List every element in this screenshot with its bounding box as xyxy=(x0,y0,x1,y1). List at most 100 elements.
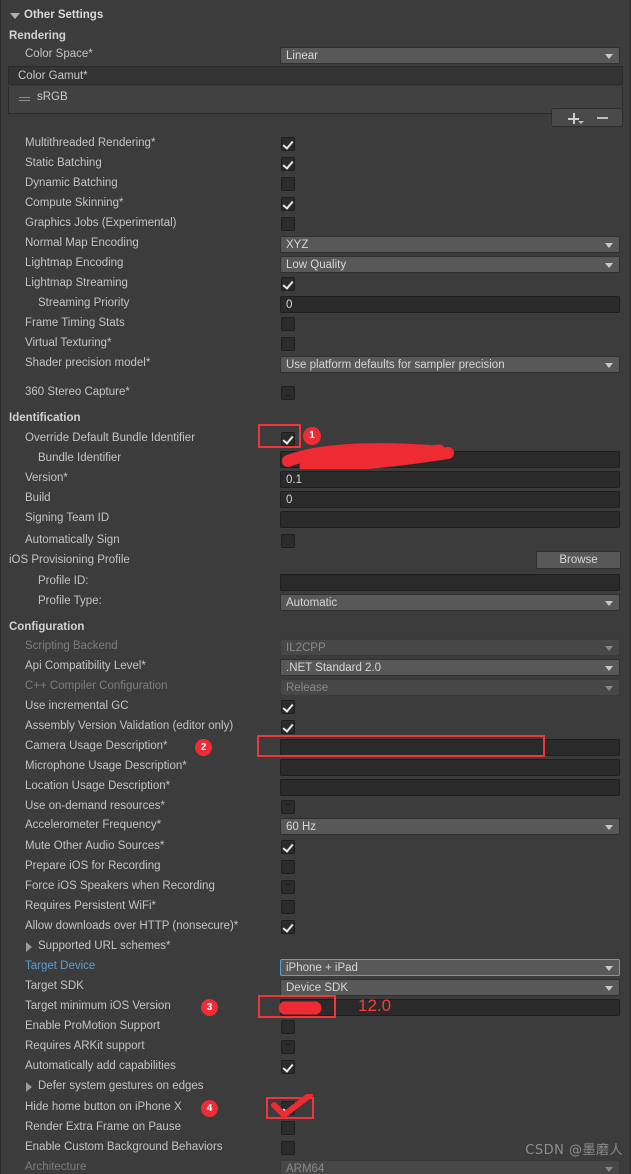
chevron-down-icon xyxy=(605,966,613,971)
chevron-down-icon xyxy=(605,646,613,651)
row-automatically-add-capabilities: Automatically add capabilities xyxy=(0,1057,631,1077)
row-color-space: Color Space* Linear xyxy=(0,45,631,65)
other-settings-foldout[interactable]: Other Settings xyxy=(0,6,631,26)
row-mute-other-audio-sources: Mute Other Audio Sources* xyxy=(0,837,631,857)
ios-provisioning-profile-label: iOS Provisioning Profile xyxy=(9,554,130,566)
row-lightmap-streaming: Lightmap Streaming xyxy=(0,274,631,294)
chevron-right-icon[interactable] xyxy=(26,942,32,952)
assembly-version-validation-checkbox[interactable] xyxy=(281,720,295,734)
target-device-dropdown[interactable]: iPhone + iPad xyxy=(280,959,620,976)
graphics-jobs-checkbox[interactable] xyxy=(281,217,295,231)
chevron-down-icon xyxy=(605,666,613,671)
automatically-add-capabilities-checkbox[interactable] xyxy=(281,1060,295,1074)
profile-id-input[interactable] xyxy=(280,574,620,591)
browse-button[interactable]: Browse xyxy=(536,551,621,569)
shader-precision-model-dropdown[interactable]: Use platform defaults for sampler precis… xyxy=(280,356,620,373)
virtual-texturing-label: Virtual Texturing* xyxy=(25,337,112,349)
drag-handle-icon[interactable] xyxy=(19,97,30,98)
color-space-dropdown[interactable]: Linear xyxy=(280,47,620,64)
api-compatibility-level-dropdown[interactable]: .NET Standard 2.0 xyxy=(280,659,620,676)
static-batching-label: Static Batching xyxy=(25,157,102,169)
panel-title: Other Settings xyxy=(24,9,104,21)
frame-timing-stats-checkbox[interactable] xyxy=(281,317,295,331)
chevron-down-icon[interactable] xyxy=(10,13,20,19)
row-ios-provisioning-profile: iOS Provisioning Profile Browse xyxy=(0,551,631,571)
requires-arkit-support-checkbox[interactable] xyxy=(281,1040,295,1054)
compute-skinning-label: Compute Skinning* xyxy=(25,197,124,209)
microphone-usage-description-input[interactable] xyxy=(280,759,620,776)
mute-other-audio-sources-checkbox[interactable] xyxy=(281,840,295,854)
row-virtual-texturing: Virtual Texturing* xyxy=(0,334,631,354)
use-on-demand-resources-checkbox[interactable] xyxy=(281,800,295,814)
color-gamut-list-buttons xyxy=(551,108,623,127)
signing-team-id-label: Signing Team ID xyxy=(25,512,110,524)
build-input[interactable]: 0 xyxy=(280,491,620,508)
scripting-backend-label: Scripting Backend xyxy=(25,640,118,652)
prepare-ios-for-recording-checkbox[interactable] xyxy=(281,860,295,874)
row-allow-downloads-over-http: Allow downloads over HTTP (nonsecure)* xyxy=(0,917,631,937)
chevron-down-icon xyxy=(605,54,613,59)
lightmap-streaming-checkbox[interactable] xyxy=(281,277,295,291)
row-prepare-ios-for-recording: Prepare iOS for Recording xyxy=(0,857,631,877)
row-signing-team-id: Signing Team ID xyxy=(0,509,631,529)
virtual-texturing-checkbox[interactable] xyxy=(281,337,295,351)
accelerometer-frequency-dropdown[interactable]: 60 Hz xyxy=(280,818,620,835)
signing-team-id-input[interactable] xyxy=(280,511,620,528)
version-label: Version* xyxy=(25,472,68,484)
add-dropdown-caret-icon[interactable] xyxy=(578,121,584,124)
architecture-label: Architecture xyxy=(25,1161,87,1173)
version-input[interactable]: 0.1 xyxy=(280,471,620,488)
render-extra-frame-on-pause-label: Render Extra Frame on Pause xyxy=(25,1121,181,1133)
lightmap-encoding-dropdown[interactable]: Low Quality xyxy=(280,256,620,273)
architecture-value: ARM64 xyxy=(286,1163,325,1174)
color-gamut-item-label: sRGB xyxy=(37,91,68,103)
enable-custom-background-behaviors-checkbox[interactable] xyxy=(281,1141,295,1155)
dynamic-batching-checkbox[interactable] xyxy=(281,177,295,191)
annotation-checkmark-4 xyxy=(271,1094,313,1118)
target-sdk-dropdown[interactable]: Device SDK xyxy=(280,979,620,996)
force-ios-speakers-when-recording-checkbox[interactable] xyxy=(281,880,295,894)
cpp-compiler-configuration-value: Release xyxy=(286,682,329,694)
annotation-badge-2: 2 xyxy=(195,739,212,756)
row-supported-url-schemes[interactable]: Supported URL schemes* xyxy=(0,937,631,957)
allow-downloads-over-http-checkbox[interactable] xyxy=(281,920,295,934)
use-incremental-gc-checkbox[interactable] xyxy=(281,700,295,714)
normal-map-encoding-value: XYZ xyxy=(286,239,309,251)
override-default-bundle-identifier-label: Override Default Bundle Identifier xyxy=(25,432,196,444)
profile-type-dropdown[interactable]: Automatic xyxy=(280,594,620,611)
row-build: Build 0 xyxy=(0,489,631,509)
row-assembly-version-validation: Assembly Version Validation (editor only… xyxy=(0,717,631,737)
streaming-priority-label: Streaming Priority xyxy=(38,297,130,309)
row-use-on-demand-resources: Use on-demand resources* xyxy=(0,797,631,817)
enable-promotion-support-checkbox[interactable] xyxy=(281,1020,295,1034)
compute-skinning-checkbox[interactable] xyxy=(281,197,295,211)
color-gamut-list-item-0[interactable]: sRGB xyxy=(8,87,623,109)
automatically-sign-checkbox[interactable] xyxy=(281,534,295,548)
static-batching-checkbox[interactable] xyxy=(281,157,295,171)
stereo-capture-360-checkbox[interactable] xyxy=(281,386,295,400)
target-minimum-ios-version-label: Target minimum iOS Version xyxy=(25,1000,171,1012)
unity-player-settings-panel: Other Settings Rendering Color Space* Li… xyxy=(0,0,631,1174)
location-usage-description-input[interactable] xyxy=(280,779,620,796)
normal-map-encoding-dropdown[interactable]: XYZ xyxy=(280,236,620,253)
version-value: 0.1 xyxy=(286,474,302,486)
api-compatibility-level-label: Api Compatibility Level* xyxy=(25,660,146,672)
dynamic-batching-label: Dynamic Batching xyxy=(25,177,118,189)
automatically-sign-label: Automatically Sign xyxy=(25,534,120,546)
automatically-add-capabilities-label: Automatically add capabilities xyxy=(25,1060,176,1072)
target-sdk-value: Device SDK xyxy=(286,982,348,994)
chevron-down-icon xyxy=(605,1167,613,1172)
chevron-right-icon[interactable] xyxy=(26,1082,32,1092)
streaming-priority-input[interactable]: 0 xyxy=(280,296,620,313)
row-profile-type: Profile Type: Automatic xyxy=(0,592,631,612)
color-gamut-list-header: Color Gamut* xyxy=(8,66,623,85)
remove-icon[interactable] xyxy=(597,117,608,119)
lightmap-encoding-value: Low Quality xyxy=(286,259,347,271)
supported-url-schemes-label: Supported URL schemes* xyxy=(38,940,171,952)
row-profile-id: Profile ID: xyxy=(0,572,631,592)
multithreaded-rendering-checkbox[interactable] xyxy=(281,137,295,151)
requires-persistent-wifi-checkbox[interactable] xyxy=(281,900,295,914)
requires-persistent-wifi-label: Requires Persistent WiFi* xyxy=(25,900,157,912)
row-force-ios-speakers-when-recording: Force iOS Speakers when Recording xyxy=(0,877,631,897)
render-extra-frame-on-pause-checkbox[interactable] xyxy=(281,1121,295,1135)
